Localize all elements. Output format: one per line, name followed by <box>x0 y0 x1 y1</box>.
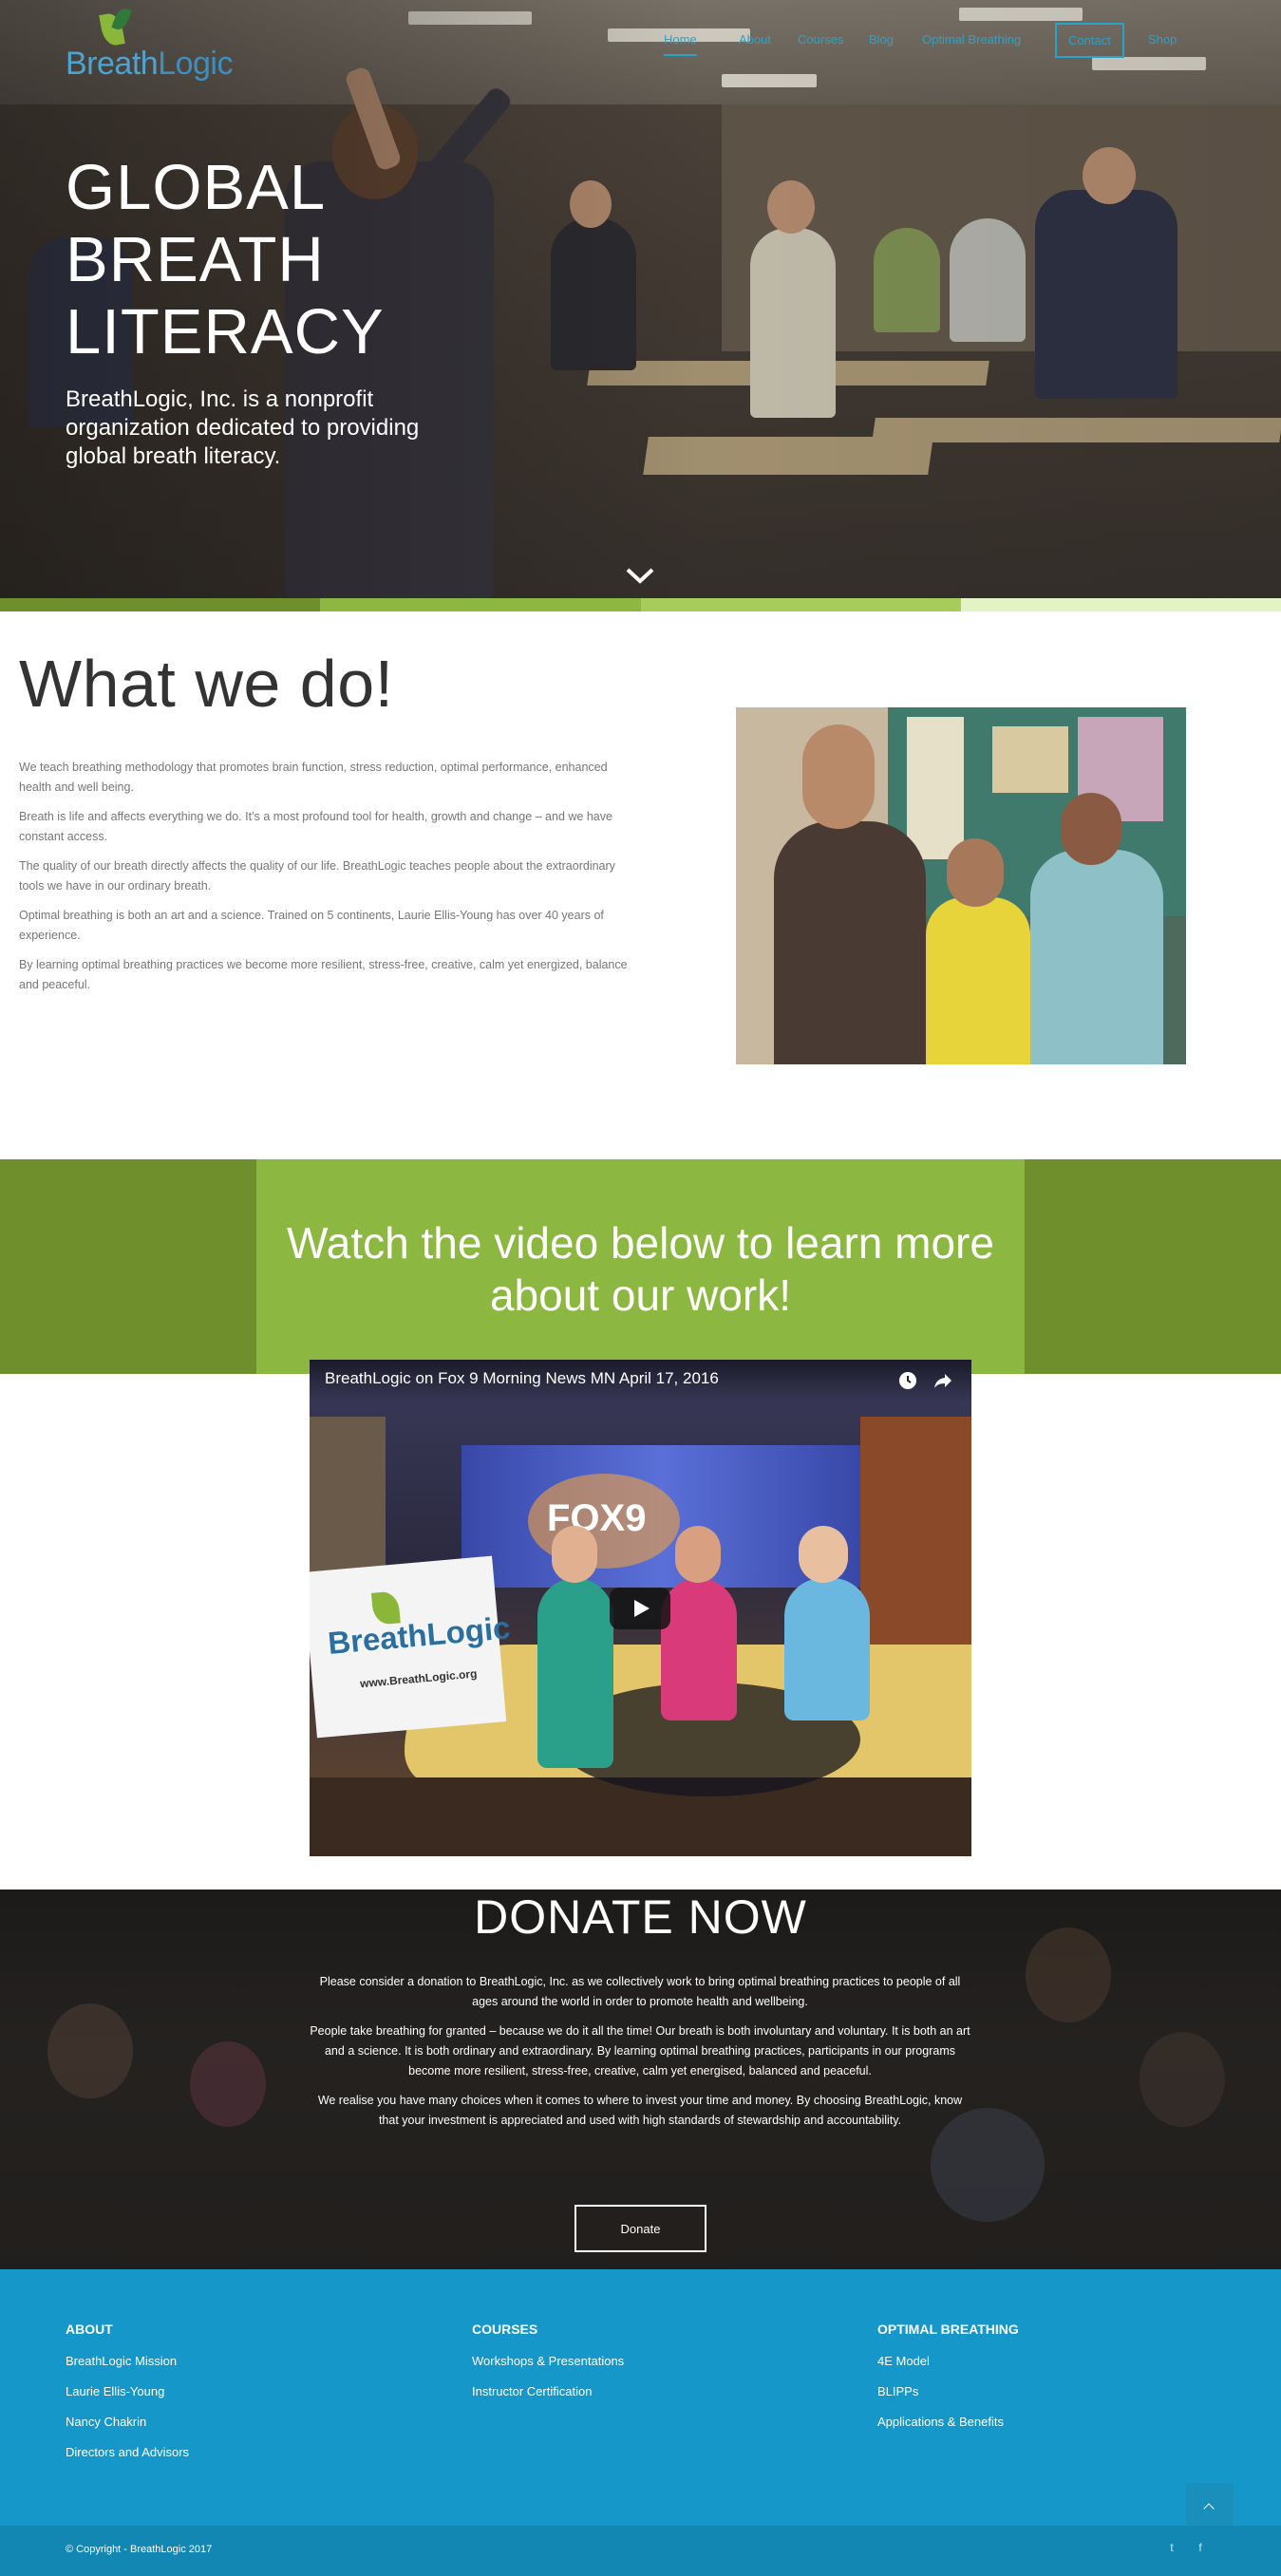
footer-link[interactable]: 4E Model <box>877 2346 1019 2377</box>
donate-paragraph: People take breathing for granted – beca… <box>310 2024 970 2078</box>
band-segment <box>320 598 641 611</box>
video-guest <box>784 1578 870 1720</box>
nav-optimal-breathing[interactable]: Optimal Breathing <box>922 32 1021 47</box>
band-segment <box>0 598 321 611</box>
what-we-do-paragraph: We teach breathing methodology that prom… <box>19 761 608 794</box>
video-player[interactable]: FOX9 BreathLogic www.BreathLogic.org Bre… <box>310 1360 971 1856</box>
footer-heading: COURSES <box>472 2322 538 2337</box>
nav-shop[interactable]: Shop <box>1148 32 1177 47</box>
footer-link[interactable]: BLIPPs <box>877 2377 1019 2407</box>
logo-leaf-icon <box>111 6 132 32</box>
footer-link[interactable]: Workshops & Presentations <box>472 2346 624 2377</box>
nav-home[interactable]: Home <box>664 32 697 56</box>
photo-poster <box>992 726 1068 793</box>
band-segment <box>960 598 1281 611</box>
share-icon[interactable] <box>932 1369 954 1392</box>
nav-courses[interactable]: Courses <box>798 32 843 47</box>
what-we-do-title: What we do! <box>19 647 394 721</box>
clock-icon[interactable] <box>896 1369 919 1392</box>
photo-boy-head <box>1061 793 1121 865</box>
hero-title: GLOBAL BREATH LITERACY <box>66 152 385 367</box>
what-we-do-text: We teach breathing methodology that prom… <box>19 758 636 1005</box>
band-segment <box>640 598 961 611</box>
hero-color-band <box>0 598 1281 611</box>
photo-teacher-head <box>802 724 875 829</box>
footer-link[interactable]: Laurie Ellis-Young <box>66 2377 189 2407</box>
donate-title: DONATE NOW <box>474 1890 807 1944</box>
photo-boy <box>1030 850 1163 1064</box>
video-host-head <box>552 1526 597 1583</box>
footer-column-about: ABOUT BreathLogic Mission Laurie Ellis-Y… <box>66 2322 189 2468</box>
sign-url-text: www.BreathLogic.org <box>359 1666 478 1691</box>
chevron-down-icon[interactable] <box>625 566 655 585</box>
footer-link[interactable]: Directors and Advisors <box>66 2437 189 2468</box>
footer <box>0 2269 1281 2526</box>
footer-column-courses: COURSES Workshops & Presentations Instru… <box>472 2322 624 2407</box>
video-host <box>537 1578 613 1768</box>
twitter-icon[interactable]: t <box>1164 2541 1179 2556</box>
donate-paragraph: We realise you have many choices when it… <box>317 2094 963 2127</box>
video-guest-head <box>675 1526 721 1583</box>
donate-paragraph: Please consider a donation to BreathLogi… <box>319 1975 961 2008</box>
copyright-text: © Copyright - BreathLogic 2017 <box>66 2544 213 2555</box>
hero-section: BreathLogic Home About Courses Blog Opti… <box>0 0 1281 598</box>
video-title[interactable]: BreathLogic on Fox 9 Morning News MN Apr… <box>325 1369 719 1388</box>
nav-about[interactable]: About <box>739 32 771 47</box>
donate-text: Please consider a donation to BreathLogi… <box>308 1972 972 2140</box>
hero-subtitle: BreathLogic, Inc. is a nonprofit organiz… <box>66 386 420 469</box>
photo-girl <box>926 897 1030 1064</box>
logo[interactable]: BreathLogic <box>66 6 255 84</box>
chevron-up-icon[interactable] <box>1186 2483 1234 2530</box>
footer-heading: ABOUT <box>66 2322 113 2337</box>
footer-link[interactable]: Instructor Certification <box>472 2377 624 2407</box>
nav-contact[interactable]: Contact <box>1055 23 1124 58</box>
footer-link[interactable]: Nancy Chakrin <box>66 2407 189 2437</box>
footer-link[interactable]: BreathLogic Mission <box>66 2346 189 2377</box>
footer-link[interactable]: Applications & Benefits <box>877 2407 1019 2437</box>
footer-heading: OPTIMAL BREATHING <box>877 2322 1019 2337</box>
what-we-do-paragraph: Breath is life and affects everything we… <box>19 810 612 843</box>
what-we-do-photo <box>736 707 1186 1064</box>
photo-girl-head <box>947 838 1004 907</box>
nav-blog[interactable]: Blog <box>869 32 894 47</box>
video-guest <box>661 1578 737 1720</box>
logo-text: BreathLogic <box>66 46 233 83</box>
what-we-do-paragraph: The quality of our breath directly affec… <box>19 859 615 893</box>
video-sign: BreathLogic www.BreathLogic.org <box>310 1555 512 1739</box>
what-we-do-paragraph: By learning optimal breathing practices … <box>19 958 628 991</box>
video-section-title: Watch the video below to learn more abou… <box>287 1218 994 1320</box>
logo-text-breath: Breath <box>66 46 159 82</box>
video-guest-head <box>799 1526 848 1583</box>
photo-poster <box>907 717 964 859</box>
facebook-icon[interactable]: f <box>1193 2541 1208 2556</box>
what-we-do-paragraph: Optimal breathing is both an art and a s… <box>19 909 604 942</box>
play-icon[interactable] <box>610 1588 670 1629</box>
donate-button[interactable]: Donate <box>575 2205 706 2252</box>
footer-column-optimal-breathing: OPTIMAL BREATHING 4E Model BLIPPs Applic… <box>877 2322 1019 2437</box>
logo-text-logic: Logic <box>158 46 233 82</box>
sign-logo-text: BreathLogic <box>326 1609 512 1661</box>
video-shelf <box>860 1417 971 1645</box>
photo-teacher <box>774 821 926 1064</box>
